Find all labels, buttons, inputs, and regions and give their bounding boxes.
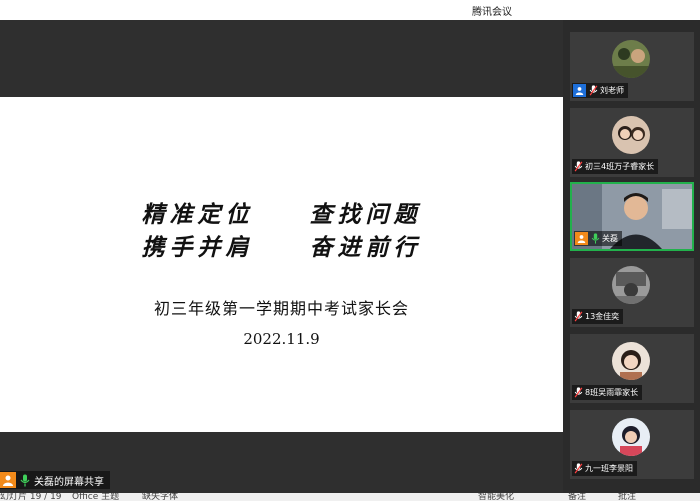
avatar <box>612 266 650 304</box>
user-icon <box>0 472 16 488</box>
status-bar: 幻灯片 19 / 19 Office 主题 缺失字体 智能美化 备注 批注 <box>0 493 700 501</box>
microphone-muted-icon <box>588 85 599 97</box>
comments-button[interactable]: 批注 <box>618 493 636 501</box>
theme-name: Office 主题 <box>72 493 120 501</box>
slide-slogan-line-1: 精准定位 查找问题 <box>141 201 422 228</box>
avatar <box>612 418 650 456</box>
participant-label: 刘老师 <box>572 83 628 98</box>
participant-tile[interactable]: 九一班李景阳 <box>570 410 694 479</box>
notes-button[interactable]: 备注 <box>568 493 586 501</box>
title-bar: 腾讯会议 <box>0 0 700 20</box>
avatar <box>612 342 650 380</box>
participant-name: 初三4班万子睿家长 <box>585 162 655 171</box>
participant-name: 刘老师 <box>600 86 624 95</box>
missing-font-button[interactable]: 缺失字体 <box>142 493 178 501</box>
participant-label: 初三4班万子睿家长 <box>572 159 659 174</box>
slide-date: 2022.11.9 <box>243 330 320 348</box>
participant-name: 8班吴雨霏家长 <box>585 388 639 397</box>
presentation-slide: 精准定位 查找问题 携手并肩 奋进前行 初三年级第一学期期中考试家长会 2022… <box>0 97 563 432</box>
microphone-icon <box>19 473 31 487</box>
participant-tile[interactable]: 初三4班万子睿家长 <box>570 108 694 177</box>
app-title: 腾讯会议 <box>472 7 512 18</box>
participant-tile[interactable]: 刘老师 <box>570 32 694 101</box>
participant-tile[interactable]: 8班吴雨霏家长 <box>570 334 694 403</box>
participant-name: 九一班李景阳 <box>585 464 633 473</box>
slide-subtitle: 初三年级第一学期期中考试家长会 <box>153 299 409 318</box>
slide-slogan-line-2: 携手并肩 奋进前行 <box>141 234 422 261</box>
presenter-user-icon <box>575 232 588 245</box>
microphone-muted-icon <box>573 463 584 475</box>
microphone-muted-icon <box>573 387 584 399</box>
avatar <box>612 40 650 78</box>
microphone-muted-icon <box>573 161 584 173</box>
microphone-muted-icon <box>573 311 584 323</box>
participant-tile-active-speaker[interactable]: 关磊 <box>570 182 694 251</box>
participant-name: 13金佳奕 <box>585 312 620 321</box>
screen-share-text: 关磊的屏幕共享 <box>34 476 104 488</box>
participant-label: 8班吴雨霏家长 <box>572 385 643 400</box>
avatar <box>612 116 650 154</box>
participant-tile[interactable]: 13金佳奕 <box>570 258 694 327</box>
smart-beautify-button[interactable]: 智能美化 <box>478 493 514 501</box>
screen-share-label: 关磊的屏幕共享 <box>0 471 110 489</box>
slide-counter: 幻灯片 19 / 19 <box>0 493 62 501</box>
participant-label: 关磊 <box>574 231 622 246</box>
participant-label: 13金佳奕 <box>572 309 624 324</box>
participant-name: 关磊 <box>602 234 618 243</box>
screen-share-area[interactable]: 精准定位 查找问题 携手并肩 奋进前行 初三年级第一学期期中考试家长会 2022… <box>0 20 563 493</box>
host-user-icon <box>573 84 586 97</box>
participant-panel[interactable]: 刘老师 初三4班万子睿家长 关磊 13金佳奕 8班吴雨霏家长 九一班李景阳 <box>563 20 700 493</box>
microphone-icon <box>590 233 601 245</box>
participant-label: 九一班李景阳 <box>572 461 637 476</box>
